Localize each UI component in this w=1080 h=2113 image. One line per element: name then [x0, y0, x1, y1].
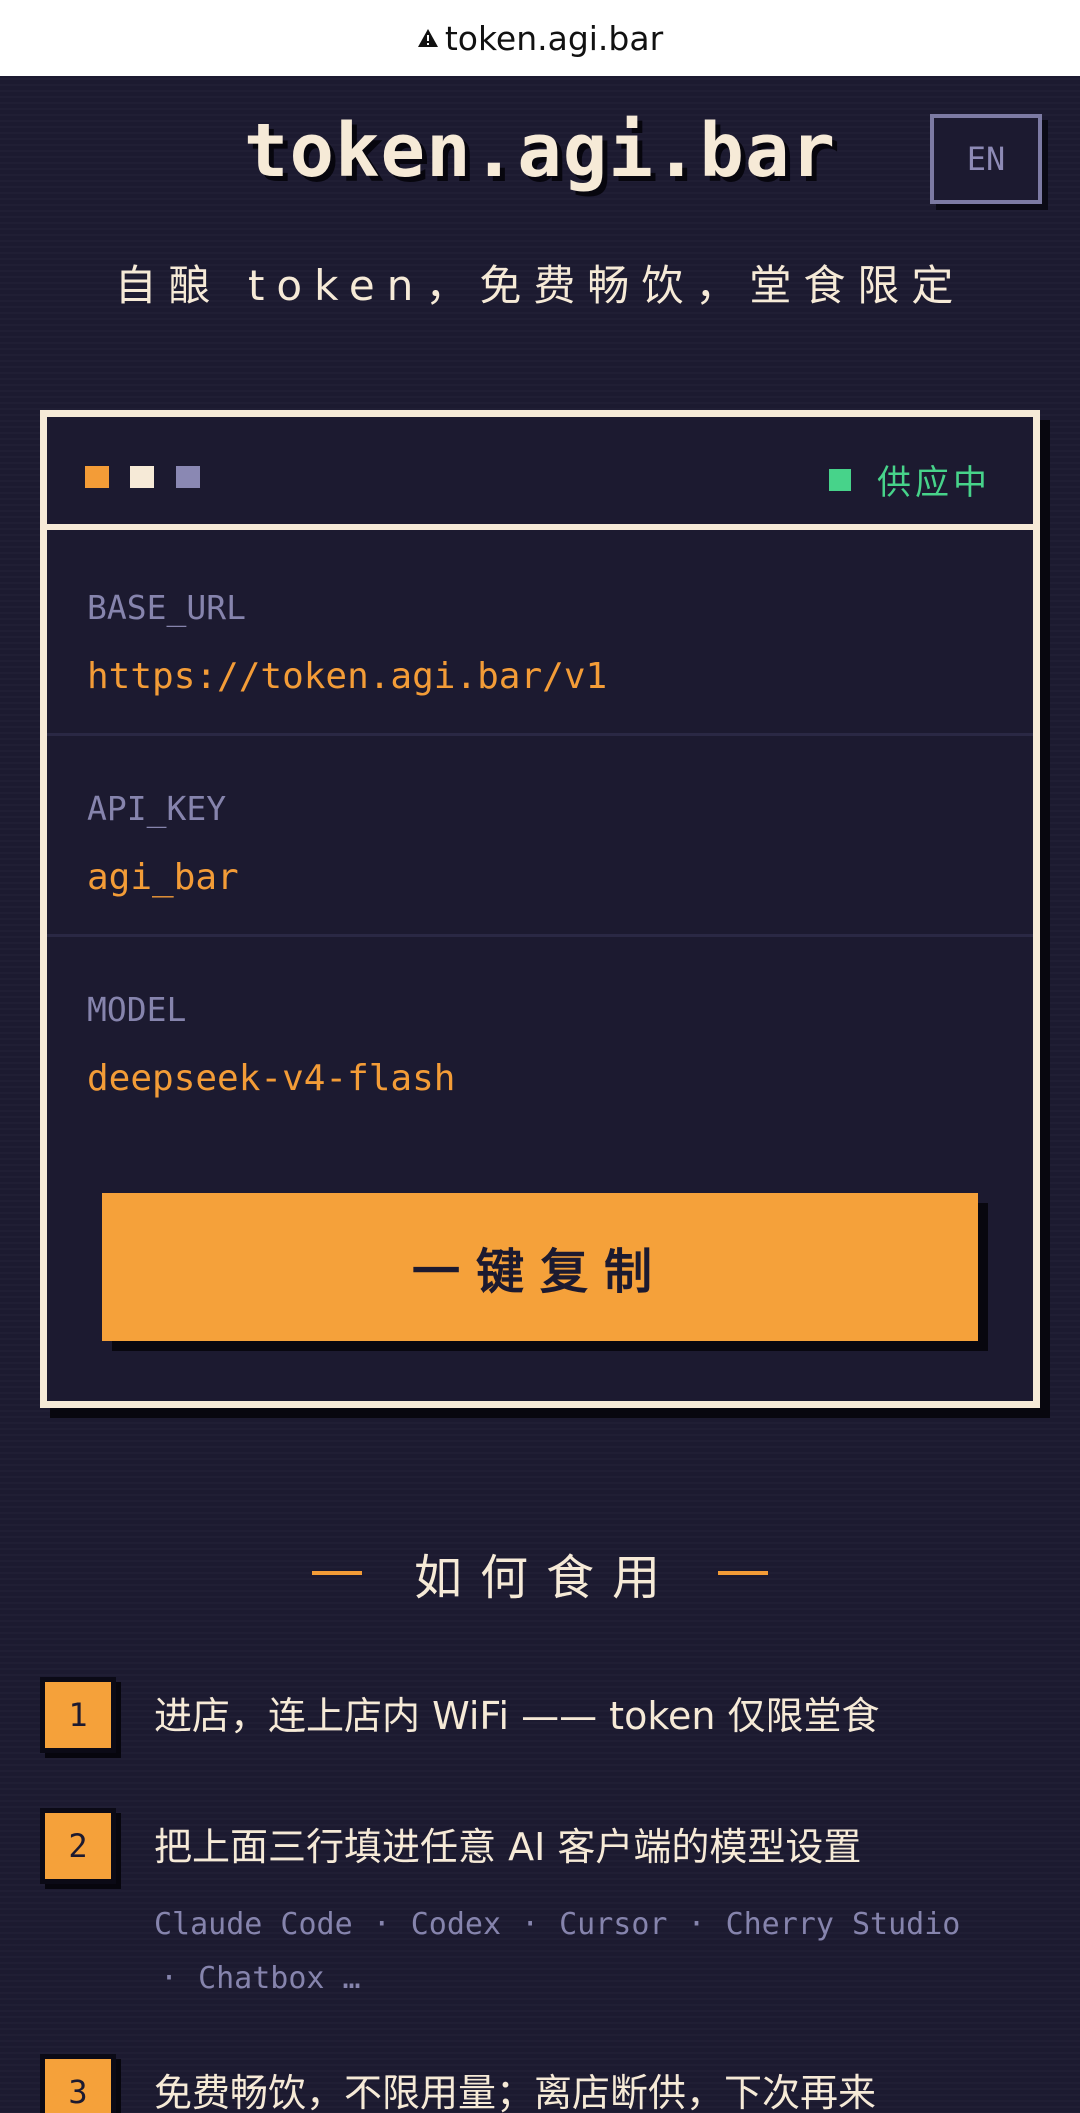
- howto-section-title: 如何食用: [0, 1543, 1080, 1606]
- title-dash-left: [311, 1571, 362, 1575]
- step-number-badge: 1: [40, 1677, 116, 1753]
- field-base-url[interactable]: BASE_URL https://token.agi.bar/v1: [47, 536, 1033, 736]
- field-value[interactable]: https://token.agi.bar/v1: [87, 656, 607, 697]
- status-badge: 供应中: [829, 455, 991, 504]
- client-name: Chatbox …: [198, 1961, 361, 1996]
- browser-url-bar[interactable]: token.agi.bar: [0, 0, 1080, 76]
- step-number-badge: 2: [40, 1808, 116, 1884]
- status-indicator-icon: [829, 468, 851, 491]
- status-text: 供应中: [877, 463, 991, 503]
- title-dash-right: [718, 1571, 768, 1575]
- field-label: API_KEY: [87, 789, 227, 828]
- browser-url-text: token.agi.bar: [444, 18, 664, 58]
- field-value[interactable]: deepseek-v4-flash: [87, 1058, 455, 1099]
- language-toggle-button[interactable]: EN: [930, 114, 1042, 204]
- field-api-key[interactable]: API_KEY agi_bar: [47, 737, 1033, 937]
- step-number-badge: 3: [40, 2054, 116, 2113]
- field-value[interactable]: agi_bar: [87, 857, 239, 898]
- step-text: 把上面三行填进任意 AI 客户端的模型设置: [154, 1825, 862, 1869]
- warning-icon: [417, 28, 439, 48]
- tagline: 自酿 token，免费畅饮，堂食限定: [114, 261, 966, 310]
- window-dot-purple: [176, 466, 200, 488]
- config-card: 供应中 BASE_URL https://token.agi.bar/v1 AP…: [40, 410, 1040, 1408]
- client-list: Claude Code · Codex · Cursor · Cherry Studio · C…: [154, 1907, 961, 1996]
- field-label: MODEL: [87, 990, 187, 1029]
- copy-all-button[interactable]: 一键复制: [102, 1193, 978, 1341]
- step-text: 免费畅饮，不限用量；离店断供，下次再来: [154, 2071, 877, 2113]
- window-dot-cream: [130, 466, 154, 488]
- client-name: Claude Code: [154, 1907, 353, 1942]
- window-dot-orange: [85, 466, 109, 488]
- howto-title: 如何食用: [413, 1550, 678, 1606]
- client-name: Cursor: [559, 1907, 668, 1942]
- client-name: Cherry Studio: [725, 1907, 961, 1942]
- field-label: BASE_URL: [87, 588, 246, 627]
- step-text: 进店，连上店内 WiFi —— token 仅限堂食: [154, 1694, 880, 1738]
- client-name: Codex: [410, 1907, 502, 1942]
- card-header: 供应中: [47, 417, 1033, 530]
- site-title: token.agi.bar: [243, 108, 837, 194]
- field-model[interactable]: MODEL deepseek-v4-flash: [47, 938, 1033, 1138]
